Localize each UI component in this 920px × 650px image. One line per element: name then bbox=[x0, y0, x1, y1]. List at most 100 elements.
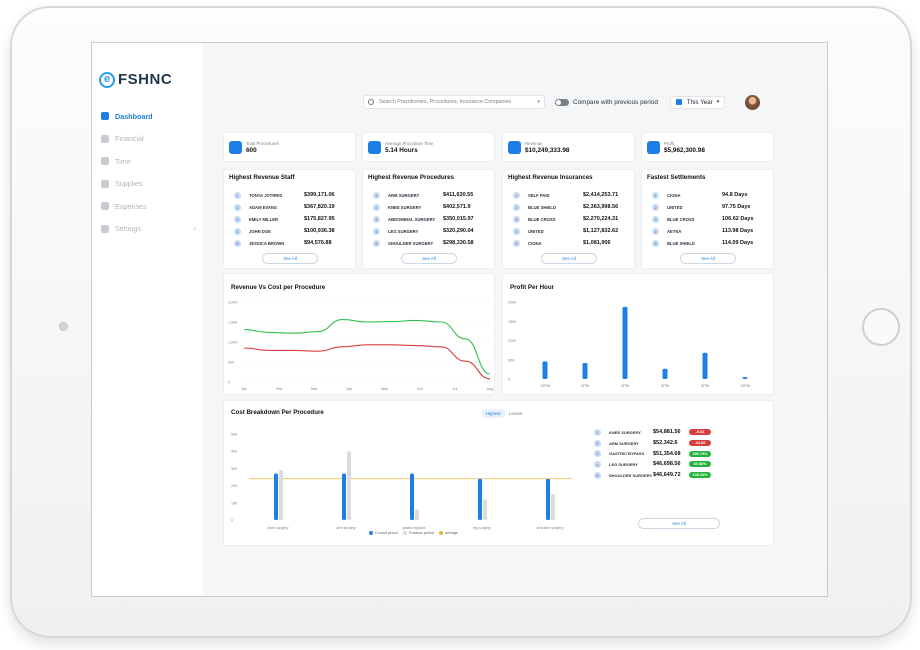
rank-badge: 5 bbox=[513, 239, 520, 247]
see-all-button[interactable]: See All bbox=[680, 253, 736, 264]
item-name: SHOULDER SURGERY bbox=[388, 240, 434, 246]
sidebar-item-label: Settings bbox=[115, 224, 141, 234]
table-card-highest-revenue-staff: Highest Revenue Staff 1 TONYA JOTRRIS $399,… bbox=[223, 169, 356, 269]
item-value: $1,127,832.62 bbox=[583, 228, 619, 234]
item-value: 106.62 Days bbox=[722, 216, 754, 222]
item-name: SELF PAID bbox=[528, 192, 550, 198]
period-select[interactable]: This Year ▾ bbox=[669, 95, 726, 109]
change-badge: -34.89 bbox=[689, 440, 711, 447]
kpi-card-average-procedure-time: Average Procedure Time 5.14 Hours bbox=[362, 132, 495, 162]
item-value: $367,820.19 bbox=[304, 204, 335, 210]
list-item: 2 UNITED 97.75 Days bbox=[642, 201, 773, 213]
rank-badge: 4 bbox=[652, 227, 659, 235]
rank-badge: 1 bbox=[513, 191, 520, 199]
compare-toggle[interactable] bbox=[555, 98, 569, 106]
item-name: UNITED bbox=[528, 228, 544, 234]
kpi-value: $10,249,333.98 bbox=[525, 146, 570, 154]
rank-badge: 3 bbox=[594, 450, 601, 458]
x-tick-label: 4PM bbox=[621, 384, 629, 388]
bar-current-leg-surgery bbox=[478, 478, 482, 520]
see-all-button[interactable]: See All bbox=[541, 253, 597, 264]
y-tick-label: 500 bbox=[228, 361, 234, 365]
legend-label: Previous period bbox=[408, 531, 434, 535]
kpi-label: Total Procedures bbox=[246, 140, 279, 146]
sidebar-item-time[interactable]: Time bbox=[101, 150, 196, 173]
bar-previous-shoulder-surgery bbox=[551, 494, 555, 520]
item-name: CIGNA bbox=[667, 192, 681, 198]
sidebar-item-supplies[interactable]: Supplies bbox=[101, 173, 196, 196]
item-value: 114.09 Days bbox=[722, 240, 754, 246]
legend-item: Current period bbox=[369, 531, 398, 535]
table-card-fastest-settlements: Fastest Settlements 1 CIGNA 94.8 Days 2 UNITE… bbox=[641, 169, 774, 269]
list-item: 4 JOHN DOE $100,936.38 bbox=[224, 225, 355, 237]
kpi-value: 600 bbox=[246, 146, 257, 154]
list-item: 1 TONYA JOTRRIS $399,171.06 bbox=[224, 189, 355, 201]
search-placeholder: Search Practitioners, Procedures, Insura… bbox=[379, 99, 512, 105]
bar-previous-arm-surgery bbox=[347, 451, 351, 520]
calendar-icon bbox=[675, 99, 682, 105]
search-input[interactable]: Search Practitioners, Procedures, Insura… bbox=[363, 95, 545, 109]
kpi-icon bbox=[229, 140, 242, 154]
item-value: $100,936.38 bbox=[304, 228, 335, 234]
rank-badge: 3 bbox=[513, 215, 520, 223]
rank-badge: 2 bbox=[652, 203, 659, 211]
x-tick-label: Feb bbox=[276, 387, 283, 391]
table-card-highest-revenue-procedures: Highest Revenue Procedures 1 ARM SURGERY $4… bbox=[362, 169, 495, 269]
see-all-button[interactable]: See All bbox=[401, 253, 457, 264]
rank-badge: 1 bbox=[373, 191, 380, 199]
item-name: JOHN DOE bbox=[249, 228, 271, 234]
x-tick-label: knee surgery bbox=[268, 526, 289, 530]
chart-legend: Current period Previous period average bbox=[369, 531, 463, 535]
series-line-0 bbox=[243, 319, 491, 375]
profit-per-hour-chart: Profit Per Hour 240K 180K 120K 60K 0 12PM 2PM 4… bbox=[502, 273, 774, 395]
sidebar-item-settings[interactable]: Settings › bbox=[101, 218, 196, 241]
list-item: 1 KNEE SURGERY $54,881.56 -5.81 bbox=[594, 427, 744, 438]
kpi-card-profit: Profit $5,962,300.98 bbox=[641, 132, 774, 162]
legend-label: Current period bbox=[375, 531, 398, 535]
rank-badge: 5 bbox=[234, 239, 241, 247]
rank-badge: 2 bbox=[373, 203, 380, 211]
revenue-vs-cost-chart: Revenue Vs Cost per Procedure 2,00K 1,50K… bbox=[223, 273, 495, 395]
list-item: 2 ARM SURGERY $52,342.6 -34.89 bbox=[594, 438, 744, 449]
logo-mark: e bbox=[99, 71, 115, 88]
rank-badge: 1 bbox=[652, 191, 659, 199]
kpi-card-total-procedures: Total Procedures 600 bbox=[223, 132, 356, 162]
item-name: KNEE SURGERY bbox=[388, 204, 422, 210]
see-all-button[interactable]: See All bbox=[638, 518, 720, 529]
bar-current-knee-surgery bbox=[274, 473, 278, 520]
x-tick-label: 8PM bbox=[701, 384, 709, 388]
avatar[interactable] bbox=[745, 95, 760, 110]
procedure-name: KNEE SURGERY bbox=[609, 429, 641, 435]
item-name: LEG SURGERY bbox=[388, 228, 419, 234]
list-item: 3 BLUE CROSS 106.62 Days bbox=[642, 213, 773, 225]
dollar-icon bbox=[101, 202, 109, 211]
see-all-button[interactable]: See All bbox=[262, 253, 318, 264]
list-item: 2 BLUE SHIELD $2,363,998.56 bbox=[503, 201, 634, 213]
y-tick-label: 20K bbox=[231, 484, 238, 488]
item-name: EMILY MILLER bbox=[249, 216, 279, 222]
list-item: 5 SHOULDER SURGERY $46,649.72 108.10% bbox=[594, 470, 744, 481]
item-value: $2,414,253.71 bbox=[583, 192, 619, 198]
chevron-right-icon: › bbox=[193, 224, 196, 234]
sidebar-item-dashboard[interactable]: Dashboard bbox=[101, 105, 196, 128]
grid-icon bbox=[101, 112, 109, 121]
procedure-cost: $51,354.68 bbox=[653, 450, 681, 457]
sidebar-item-expenses[interactable]: Expenses bbox=[101, 195, 196, 218]
list-item: 1 SELF PAID $2,414,253.71 bbox=[503, 189, 634, 201]
x-tick-label: 2PM bbox=[581, 384, 589, 388]
rank-badge: 1 bbox=[594, 428, 601, 436]
bar-current-shoulder-surgery bbox=[546, 478, 550, 520]
list-item: 5 JESSICA BROWN $94,576.88 bbox=[224, 237, 355, 249]
change-badge: -5.81 bbox=[689, 429, 711, 436]
legend-swatch bbox=[438, 531, 443, 535]
x-tick-label: Jan bbox=[241, 387, 247, 391]
logo[interactable]: e FSHNC bbox=[99, 71, 172, 88]
item-value: $2,270,224.31 bbox=[583, 216, 619, 222]
clock-icon bbox=[101, 157, 109, 166]
sidebar-item-label: Supplies bbox=[115, 179, 143, 189]
home-button[interactable] bbox=[862, 308, 900, 346]
cost-breakdown-svg: 50K 40K 30K 20K 10K 0 knee surgery arm surgery g… bbox=[231, 433, 572, 530]
list-item: 3 EMILY MILLER $175,827.95 bbox=[224, 213, 355, 225]
sidebar-item-financial[interactable]: Financial bbox=[101, 128, 196, 151]
rank-badge: 2 bbox=[234, 203, 241, 211]
